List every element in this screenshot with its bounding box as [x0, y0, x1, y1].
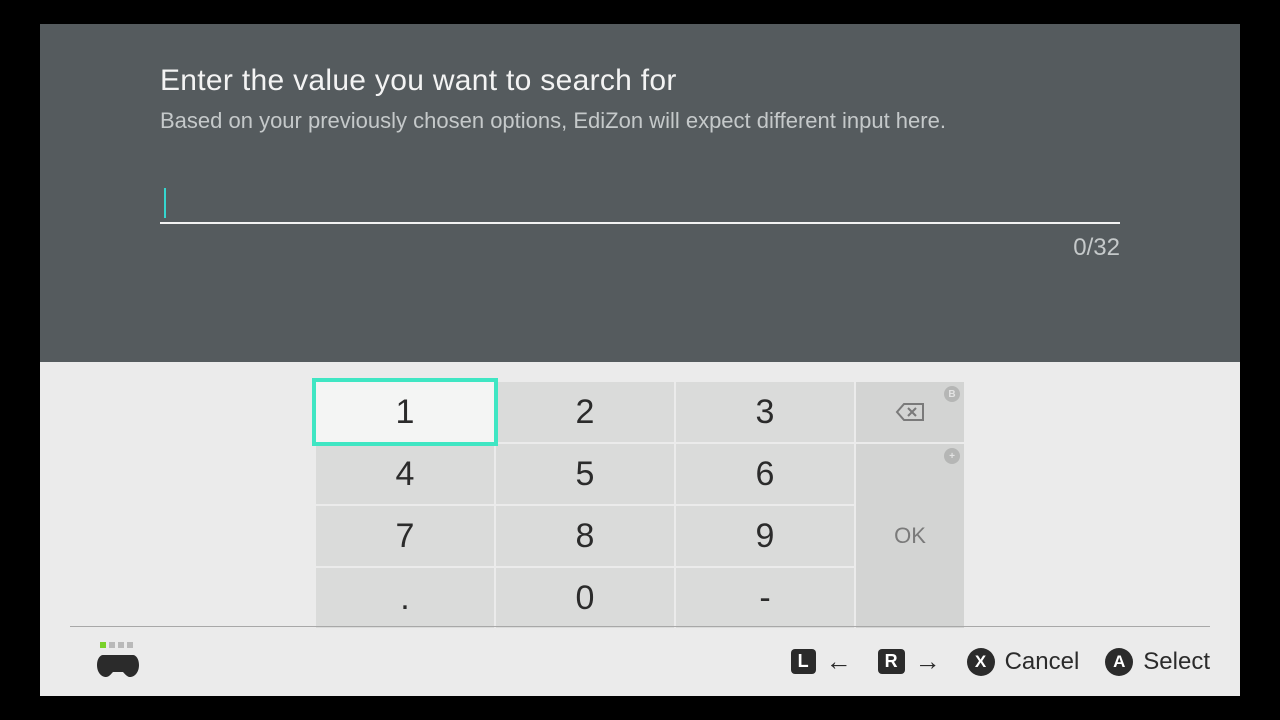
key-4[interactable]: 4 [316, 444, 494, 504]
footer-bar: L ← R → X Cancel A Select [70, 626, 1210, 696]
numeric-keypad: 1 2 3 4 5 6 7 8 9 . 0 - [40, 382, 1240, 628]
prompt-subtitle: Based on your previously chosen options,… [160, 108, 1120, 134]
backspace-badge: B [944, 386, 960, 402]
controller-indicator [70, 642, 120, 682]
key-3[interactable]: 3 [676, 382, 854, 442]
header-panel: Enter the value you want to search for B… [40, 24, 1240, 362]
select-hint[interactable]: A Select [1105, 648, 1210, 676]
digit-grid: 1 2 3 4 5 6 7 8 9 . 0 - [316, 382, 854, 628]
x-button-chip: X [967, 648, 995, 676]
text-caret [164, 188, 166, 218]
nav-right-hint: R → [878, 646, 941, 677]
key-7[interactable]: 7 [316, 506, 494, 566]
software-keyboard: Enter the value you want to search for B… [40, 24, 1240, 696]
cancel-hint[interactable]: X Cancel [967, 648, 1080, 676]
select-label: Select [1143, 648, 1210, 676]
cancel-label: Cancel [1005, 648, 1080, 676]
nav-left-hint: L ← [791, 646, 852, 677]
l-button-chip: L [791, 649, 816, 674]
key-6[interactable]: 6 [676, 444, 854, 504]
char-counter: 0/32 [1073, 234, 1120, 262]
key-8[interactable]: 8 [496, 506, 674, 566]
r-button-chip: R [878, 649, 905, 674]
ok-badge: + [944, 448, 960, 464]
input-area: 0/32 [160, 184, 1120, 224]
key-5[interactable]: 5 [496, 444, 674, 504]
controller-icon [96, 652, 140, 685]
key-minus[interactable]: - [676, 568, 854, 628]
a-button-chip: A [1105, 648, 1133, 676]
prompt-title: Enter the value you want to search for [160, 64, 1120, 98]
key-dot[interactable]: . [316, 568, 494, 628]
ok-key[interactable]: OK + [856, 444, 964, 628]
key-2[interactable]: 2 [496, 382, 674, 442]
backspace-icon [895, 402, 925, 422]
value-input[interactable] [160, 184, 1120, 224]
key-9[interactable]: 9 [676, 506, 854, 566]
arrow-right-icon: → [915, 646, 941, 677]
ok-label: OK [894, 523, 926, 549]
key-1[interactable]: 1 [316, 382, 494, 442]
arrow-left-icon: ← [826, 646, 852, 677]
key-0[interactable]: 0 [496, 568, 674, 628]
backspace-key[interactable]: B [856, 382, 964, 442]
